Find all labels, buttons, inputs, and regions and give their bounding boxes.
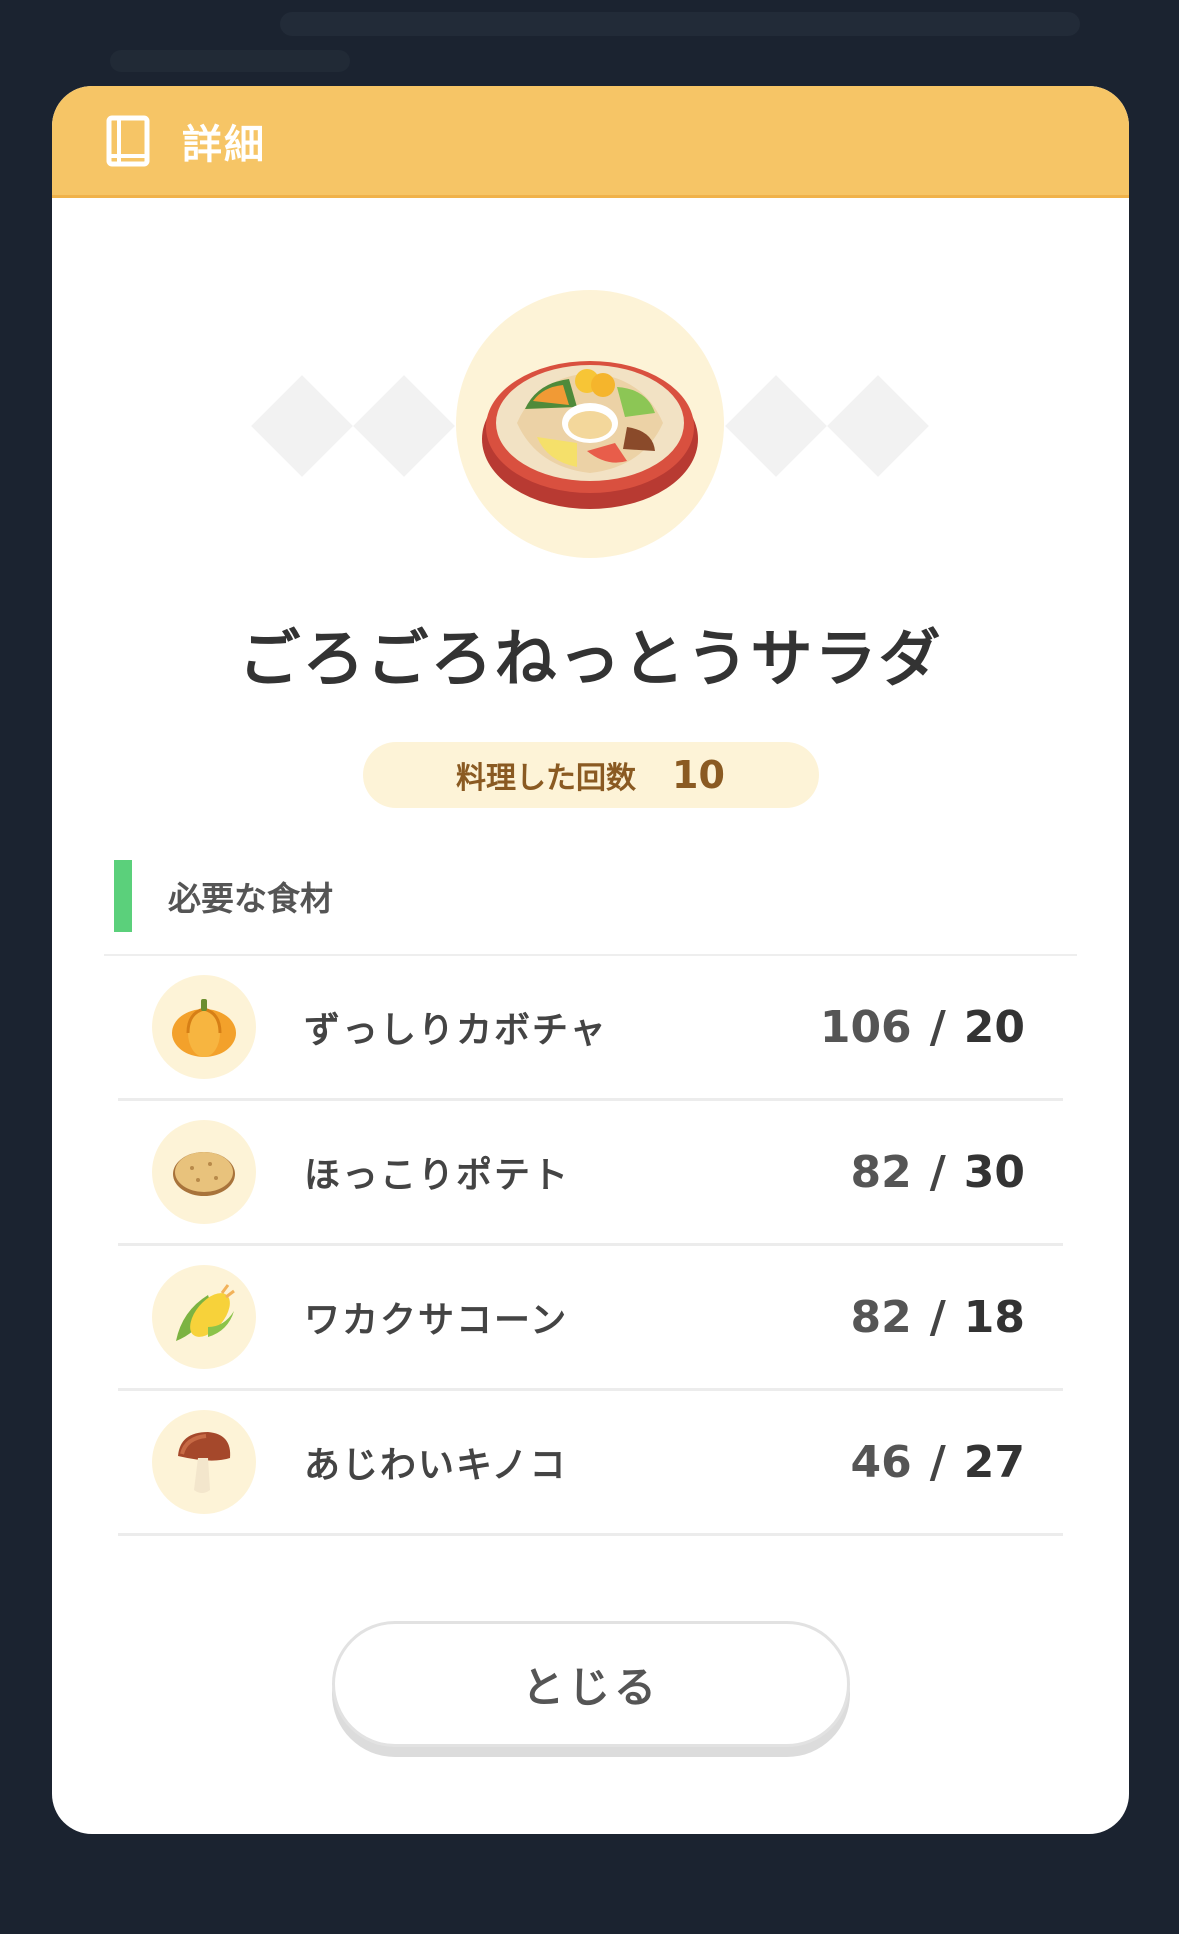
corn-icon bbox=[152, 1265, 256, 1369]
quantity-required: 30 bbox=[963, 1146, 1025, 1198]
salad-bowl-icon bbox=[477, 327, 703, 521]
quantity-required: 20 bbox=[963, 1001, 1025, 1053]
ingredient-quantity: 46 / 27 bbox=[850, 1437, 1025, 1488]
diamond-decoration bbox=[725, 375, 827, 477]
book-icon bbox=[106, 115, 150, 167]
background-bar bbox=[280, 12, 1080, 36]
cook-count-label: 料理した回数 bbox=[456, 761, 637, 796]
detail-modal: 詳細 ごろごろねっとうサラダ 料理した回数 10 必要な食材 ずっしりカボチャ … bbox=[52, 86, 1129, 1834]
ingredient-list: ずっしりカボチャ 106 / 20 ほっこりポテト 82 / 30 ワカクサコー… bbox=[118, 956, 1063, 1536]
ingredient-name: ずっしりカボチャ bbox=[304, 1010, 608, 1051]
quantity-required: 18 bbox=[963, 1291, 1025, 1343]
diamond-decoration bbox=[251, 375, 353, 477]
ingredient-row: ワカクサコーン 82 / 18 bbox=[118, 1246, 1063, 1391]
pumpkin-icon bbox=[152, 975, 256, 1079]
modal-title: 詳細 bbox=[182, 121, 266, 168]
section-accent-bar bbox=[114, 860, 132, 932]
ingredient-row: ほっこりポテト 82 / 30 bbox=[118, 1101, 1063, 1246]
ingredient-quantity: 106 / 20 bbox=[820, 1002, 1025, 1053]
ingredient-name: ワカクサコーン bbox=[304, 1300, 569, 1341]
diamond-decoration bbox=[827, 375, 929, 477]
dish-hero bbox=[52, 290, 1129, 570]
section-title: 必要な食材 bbox=[168, 879, 333, 918]
quantity-separator: / bbox=[929, 1001, 946, 1053]
quantity-owned: 82 bbox=[850, 1146, 912, 1198]
ingredient-row: ずっしりカボチャ 106 / 20 bbox=[118, 956, 1063, 1101]
ingredient-quantity: 82 / 18 bbox=[850, 1292, 1025, 1343]
potato-icon bbox=[152, 1120, 256, 1224]
quantity-separator: / bbox=[929, 1146, 946, 1198]
background-bar bbox=[110, 50, 350, 72]
diamond-decoration bbox=[353, 375, 455, 477]
quantity-owned: 46 bbox=[850, 1436, 912, 1488]
close-button[interactable]: とじる bbox=[332, 1621, 850, 1747]
ingredients-section-header: 必要な食材 bbox=[114, 860, 1129, 932]
cook-count-value: 10 bbox=[672, 753, 725, 797]
quantity-required: 27 bbox=[963, 1436, 1025, 1488]
quantity-separator: / bbox=[929, 1291, 946, 1343]
mushroom-icon bbox=[152, 1410, 256, 1514]
ingredient-row: あじわいキノコ 46 / 27 bbox=[118, 1391, 1063, 1536]
quantity-owned: 82 bbox=[850, 1291, 912, 1343]
modal-header: 詳細 bbox=[52, 86, 1129, 198]
ingredient-name: ほっこりポテト bbox=[304, 1155, 571, 1196]
cook-count-badge: 料理した回数 10 bbox=[362, 742, 819, 808]
ingredient-name: あじわいキノコ bbox=[304, 1445, 568, 1486]
quantity-separator: / bbox=[929, 1436, 946, 1488]
dish-image bbox=[456, 290, 724, 558]
dish-name: ごろごろねっとうサラダ bbox=[238, 622, 943, 695]
quantity-owned: 106 bbox=[819, 1001, 912, 1053]
ingredient-quantity: 82 / 30 bbox=[850, 1147, 1025, 1198]
